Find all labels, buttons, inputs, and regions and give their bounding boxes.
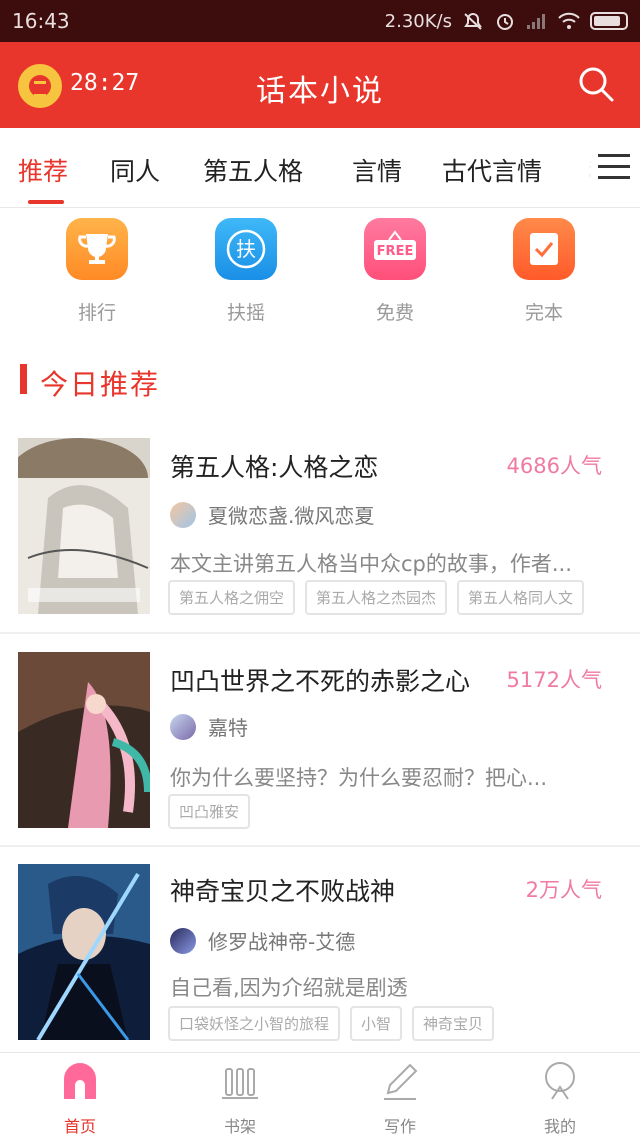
fu-badge-icon: 扶 xyxy=(215,218,277,280)
signal-icon xyxy=(527,14,545,29)
book-cover[interactable] xyxy=(18,864,150,1040)
status-bar: 16:43 2.30K/s xyxy=(0,0,640,42)
book-tags: 凹凸雅安 xyxy=(168,794,251,829)
book-tags: 第五人格之佣空 第五人格之杰园杰 第五人格同人文 xyxy=(168,580,585,615)
book-title[interactable]: 凹凸世界之不死的赤影之心 xyxy=(170,662,470,698)
quick-entry-label: 完本 xyxy=(524,302,563,324)
status-icons: 2.30K/s xyxy=(385,11,628,32)
avatar xyxy=(170,927,196,954)
trophy-icon xyxy=(66,218,128,280)
nav-bookshelf[interactable]: 书架 xyxy=(200,1061,280,1137)
quick-entry-label: 扶摇 xyxy=(226,302,265,324)
tag[interactable]: 小智 xyxy=(350,1006,403,1041)
battery-icon xyxy=(590,12,628,30)
quick-entry-ranking[interactable]: 排行 xyxy=(66,218,128,325)
book-description: 你为什么要坚持？为什么要忍耐？把心... xyxy=(170,766,548,790)
book-popularity: 5172人气 xyxy=(506,668,602,692)
book-title[interactable]: 第五人格:人格之恋 xyxy=(170,448,378,484)
divider xyxy=(0,845,640,847)
book-tags: 口袋妖怪之小智的旅程 小智 神奇宝贝 xyxy=(168,1006,495,1041)
section-marker xyxy=(20,364,27,394)
menu-icon[interactable] xyxy=(598,154,630,180)
author-name: 修罗战神帝-艾德 xyxy=(208,930,356,954)
tag[interactable]: 凹凸雅安 xyxy=(168,794,251,829)
book-cover[interactable] xyxy=(18,438,150,614)
nav-write[interactable]: 写作 xyxy=(360,1061,440,1137)
quick-entry-free[interactable]: FREE 免费 xyxy=(364,218,426,325)
quick-entry-label: 免费 xyxy=(375,302,414,324)
search-icon[interactable] xyxy=(578,66,614,102)
book-cover[interactable] xyxy=(18,652,150,828)
app-title: 话本小说 xyxy=(256,74,384,109)
alarm-clock-icon xyxy=(497,14,513,30)
app-header: 28:27 话本小说 xyxy=(0,42,640,128)
active-tab-indicator xyxy=(28,200,64,204)
tab-recommend[interactable]: 推荐 xyxy=(18,152,68,188)
divider xyxy=(0,632,640,634)
wifi-icon xyxy=(558,12,580,29)
bookshelf-icon xyxy=(220,1061,260,1101)
category-tabs: 推荐 同人 第五人格 言情 古代言情 科 xyxy=(0,128,640,208)
nav-label: 首页 xyxy=(63,1117,96,1136)
pen-icon xyxy=(380,1061,420,1101)
tag[interactable]: 第五人格之杰园杰 xyxy=(305,580,448,615)
status-time: 16:43 xyxy=(12,9,70,33)
quick-entry-completed[interactable]: 完本 xyxy=(513,218,575,325)
book-popularity: 4686人气 xyxy=(506,454,602,478)
free-sign-icon: FREE xyxy=(364,218,426,280)
check-note-icon xyxy=(513,218,575,280)
fu-badge-text: 扶 xyxy=(236,237,256,261)
book-title[interactable]: 神奇宝贝之不败战神 xyxy=(170,872,395,908)
book-author[interactable]: 修罗战神帝-艾德 xyxy=(170,926,355,955)
home-icon xyxy=(60,1061,100,1101)
book-description: 自己看,因为介绍就是剧透 xyxy=(170,976,408,1000)
nav-label: 写作 xyxy=(383,1117,416,1136)
profile-icon xyxy=(540,1061,580,1101)
tag[interactable]: 神奇宝贝 xyxy=(412,1006,495,1041)
book-popularity: 2万人气 xyxy=(525,878,602,902)
nav-label: 我的 xyxy=(543,1117,576,1136)
author-name: 嘉特 xyxy=(208,716,248,740)
quick-entry-label: 排行 xyxy=(77,302,116,324)
section-title: 今日推荐 xyxy=(40,368,161,401)
avatar xyxy=(170,501,196,528)
mute-bell-icon xyxy=(464,13,482,30)
quick-entry-fuyao[interactable]: 扶 扶摇 xyxy=(215,218,277,325)
tab-ancient-romance[interactable]: 古代言情 xyxy=(442,152,542,188)
tab-identity-v[interactable]: 第五人格 xyxy=(203,152,303,188)
avatar xyxy=(170,713,196,740)
tab-romance[interactable]: 言情 xyxy=(352,152,402,188)
author-name: 夏微恋盏.微风恋夏 xyxy=(208,504,375,528)
tag[interactable]: 第五人格之佣空 xyxy=(168,580,296,615)
tag[interactable]: 第五人格同人文 xyxy=(457,580,585,615)
bottom-nav: 首页 书架 写作 我的 xyxy=(0,1052,640,1138)
book-author[interactable]: 嘉特 xyxy=(170,712,248,741)
nav-profile[interactable]: 我的 xyxy=(520,1061,600,1137)
free-sign-text: FREE xyxy=(377,244,414,259)
network-speed: 2.30K/s xyxy=(384,10,452,32)
tab-fanfic[interactable]: 同人 xyxy=(110,152,160,188)
nav-home[interactable]: 首页 xyxy=(40,1061,120,1137)
tag[interactable]: 口袋妖怪之小智的旅程 xyxy=(168,1006,341,1041)
book-description: 本文主讲第五人格当中众cp的故事，作者... xyxy=(170,552,572,576)
nav-label: 书架 xyxy=(223,1117,256,1136)
book-author[interactable]: 夏微恋盏.微风恋夏 xyxy=(170,500,374,529)
